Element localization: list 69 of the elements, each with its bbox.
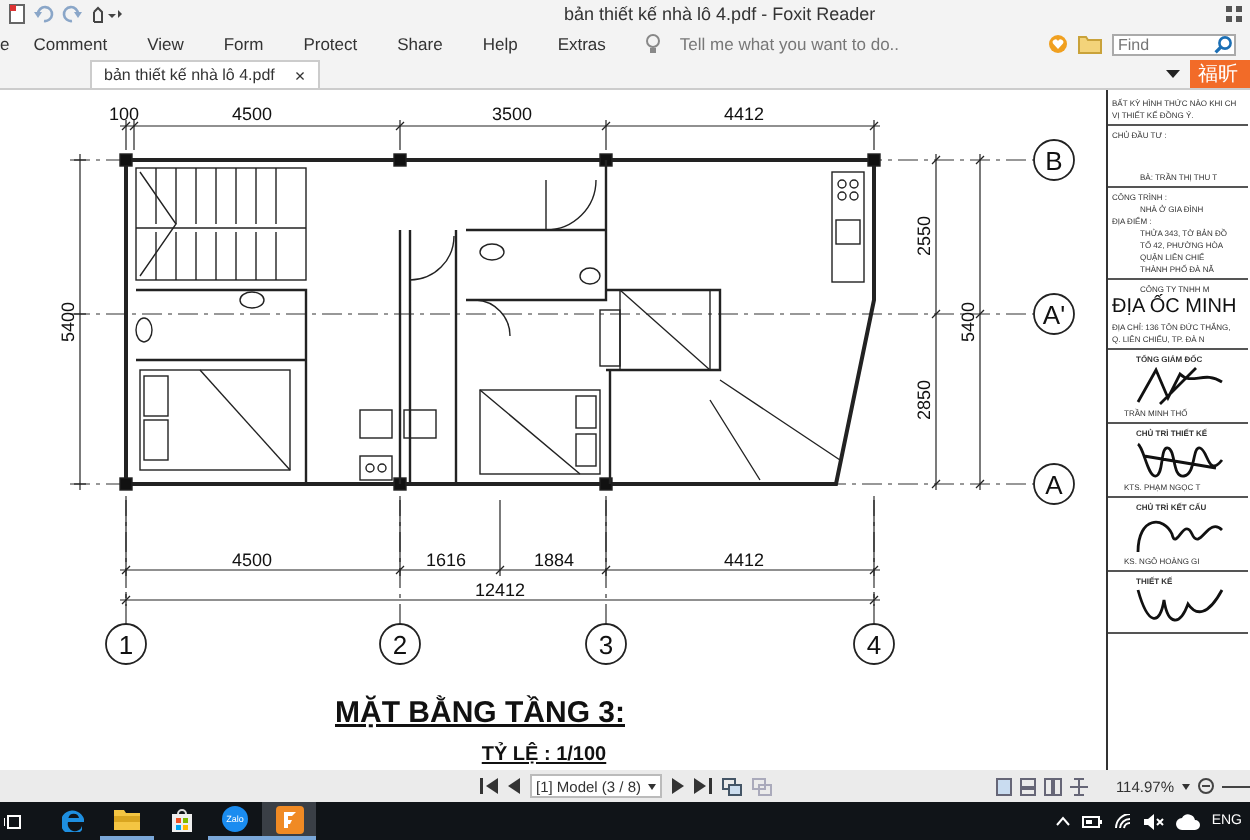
cloud-icon[interactable]	[1175, 813, 1200, 829]
close-button[interactable]: ×	[294, 65, 306, 85]
shopping-bag-icon	[169, 807, 193, 831]
dimension-label: 2850	[914, 379, 934, 421]
previous-page-icon[interactable]	[508, 778, 520, 794]
grid-axis-bubble: 3	[585, 623, 627, 665]
taskbar-app-button[interactable]	[262, 802, 316, 840]
task-view-icon[interactable]	[4, 813, 22, 829]
first-page-icon[interactable]	[480, 778, 498, 794]
document-app-icon	[275, 805, 303, 833]
menu-item[interactable]: Comment	[33, 34, 108, 54]
grid-line	[125, 495, 127, 625]
menu-item[interactable]: Help	[482, 34, 518, 54]
single-page-icon[interactable]	[995, 777, 1012, 795]
dimension-label: 1616	[425, 550, 467, 570]
grid-icon[interactable]	[1226, 6, 1242, 22]
grid-line	[399, 495, 401, 625]
grid-line	[605, 495, 607, 625]
dimension-label: 4500	[231, 104, 273, 124]
last-page-icon[interactable]	[693, 778, 712, 794]
dimension-label: 100	[108, 104, 140, 124]
grid-axis-bubble: 4	[853, 623, 895, 665]
next-page-icon[interactable]	[671, 778, 684, 794]
chevron-up-icon[interactable]	[1055, 816, 1070, 826]
grid-axis-bubble: B	[1033, 139, 1075, 181]
dimension-label: 4500	[231, 550, 273, 570]
menu-item[interactable]: View	[147, 34, 184, 54]
menu-item[interactable]: Share	[397, 34, 443, 54]
document-tab[interactable]: bản thiết kế nhà lô 4.pdf ×	[90, 60, 320, 88]
grid-axis-bubble: 1	[105, 623, 147, 665]
grid-axis-bubble: A	[1033, 463, 1075, 505]
two-page-icon[interactable]	[1043, 777, 1062, 795]
menu-item[interactable]: e	[0, 34, 10, 54]
dropdown-caret-icon[interactable]	[1166, 70, 1180, 78]
dimension-label: 3500	[491, 104, 533, 124]
dimension-label: 5400	[58, 301, 78, 343]
lightbulb-icon	[645, 34, 660, 54]
wifi-icon[interactable]	[1113, 813, 1132, 829]
title-block-text: ĐỊA ỐC MINH	[1112, 296, 1239, 320]
pages-icon[interactable]	[721, 777, 742, 795]
dimension-label: 1884	[533, 550, 575, 570]
browser-e-icon	[61, 807, 85, 831]
tell-me-field[interactable]: Tell me what you want to do..	[679, 34, 1000, 54]
grid-line	[873, 495, 875, 625]
find-field[interactable]: Find	[1112, 33, 1236, 55]
dropdown-caret-icon[interactable]	[1182, 783, 1190, 789]
window-title: bản thiết kế nhà lô 4.pdf - Foxit Reader	[564, 4, 876, 24]
signature-drawing	[1136, 366, 1224, 406]
folder-icon	[114, 808, 140, 830]
dimension-label: 12412	[474, 580, 526, 600]
menu-item[interactable]: Extras	[557, 34, 606, 54]
split-view-icon[interactable]	[1069, 777, 1088, 795]
grid-axis-bubble: 2	[379, 623, 421, 665]
dimension-label: 4412	[723, 550, 765, 570]
page-icon[interactable]	[8, 4, 26, 24]
plan-title: MẶT BẰNG TẦNG 3:	[335, 696, 625, 730]
menu-item[interactable]: Form	[223, 34, 264, 54]
battery-icon[interactable]	[1081, 815, 1102, 827]
dimension-label: 4412	[723, 104, 765, 124]
grid-axis-bubble: A'	[1033, 293, 1075, 335]
dimension-label: 2550	[914, 215, 934, 257]
speaker-muted-icon[interactable]	[1143, 813, 1164, 829]
caret-icon	[647, 783, 656, 789]
dimension-label: 5400	[958, 301, 978, 343]
zoom-out-icon[interactable]	[1198, 778, 1214, 794]
menu-item[interactable]: Protect	[303, 34, 358, 54]
signature-drawing	[1136, 440, 1224, 480]
continuous-page-icon[interactable]	[1019, 777, 1036, 795]
scale-label: TỶ LỆ : 1/100	[481, 744, 607, 766]
